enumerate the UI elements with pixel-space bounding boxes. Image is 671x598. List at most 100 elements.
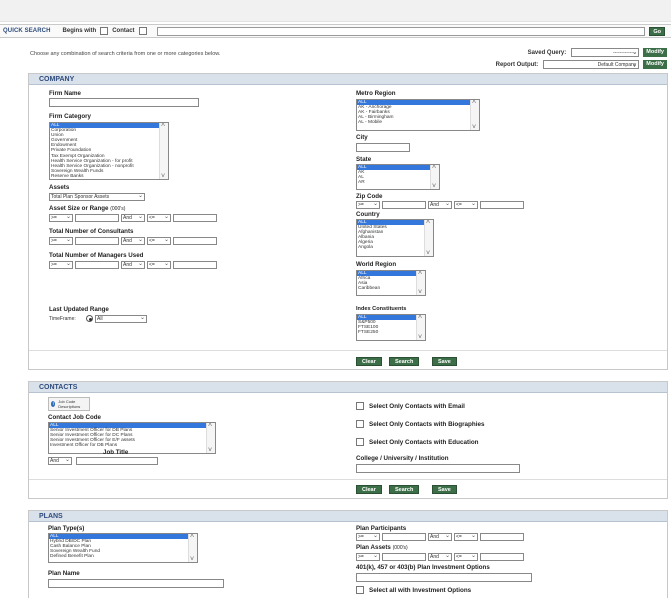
timeframe-select[interactable]: All ⌄ — [95, 315, 147, 323]
participants-max-op-select[interactable]: <= ⌄ — [454, 533, 478, 541]
scrollbar[interactable]: ˄ ˅ — [470, 100, 479, 130]
list-option[interactable]: Reserve Banks — [50, 174, 168, 179]
company-save-button[interactable]: Save — [432, 357, 457, 366]
scrollbar[interactable]: ˄ ˅ — [416, 315, 425, 340]
timeframe-radio[interactable] — [86, 315, 93, 322]
chevron-down-icon: ⌄ — [444, 201, 450, 207]
list-option[interactable]: Investment Officer for DB Plans — [49, 443, 215, 448]
college-input[interactable] — [356, 464, 520, 473]
asset-min-input[interactable] — [75, 214, 119, 222]
divider — [29, 479, 667, 480]
scrollbar[interactable]: ˄ ˅ — [159, 123, 168, 179]
plan-name-input[interactable] — [48, 579, 224, 588]
plan-assets-and-select[interactable]: And ⌄ — [428, 553, 452, 561]
report-output-modify-button[interactable]: Modify — [643, 60, 667, 69]
zip-max-input[interactable] — [480, 201, 524, 209]
country-list[interactable]: ALL United States Afghanistan Albania Algeri… — [356, 219, 434, 257]
managers-max-input[interactable] — [173, 261, 217, 269]
consultants-min-op-select[interactable]: >= ⌄ — [49, 237, 73, 245]
scrollbar[interactable]: ˄ ˅ — [416, 271, 425, 295]
city-input[interactable] — [356, 143, 410, 152]
index-constituents-list[interactable]: ALL S&P500 FTSE100 FTSE250 ˄ ˅ — [356, 314, 426, 341]
contacts-section: CONTACTS i Job Code Descriptions Contact … — [28, 381, 668, 499]
chevron-down-icon: ⌄ — [137, 193, 143, 199]
select-all-checkbox[interactable] — [356, 586, 364, 594]
contact-checkbox[interactable] — [138, 27, 147, 35]
list-option[interactable]: Angola — [357, 245, 433, 250]
zip-min-input[interactable] — [382, 201, 426, 209]
participants-max-input[interactable] — [480, 533, 524, 541]
saved-query-modify-button[interactable]: Modify — [643, 48, 667, 57]
participants-and-select[interactable]: And ⌄ — [428, 533, 452, 541]
quick-search-input[interactable] — [156, 26, 646, 36]
begins-with-checkbox[interactable] — [100, 27, 109, 35]
asset-max-input[interactable] — [173, 214, 217, 222]
plan-assets-min-input[interactable] — [382, 553, 426, 561]
managers-and-select[interactable]: And ⌄ — [121, 261, 145, 269]
plan-assets-max-input[interactable] — [480, 553, 524, 561]
plan-assets-max-op-select[interactable]: <= ⌄ — [454, 553, 478, 561]
participants-min-input[interactable] — [382, 533, 426, 541]
plan-assets-min-op-select[interactable]: >= ⌄ — [356, 553, 380, 561]
consultants-min-input[interactable] — [75, 237, 119, 245]
consultants-and-select[interactable]: And ⌄ — [121, 237, 145, 245]
zip-max-op-select[interactable]: <= ⌄ — [454, 201, 478, 209]
plans-section: PLANS Plan Type(s) ALL Hybrid DB/DC Plan C… — [28, 510, 668, 598]
scrollbar[interactable]: ˄ ˅ — [430, 165, 439, 189]
email-checkbox[interactable] — [356, 402, 364, 410]
asset-and-select[interactable]: And ⌄ — [121, 214, 145, 222]
participants-min-op-select[interactable]: >= ⌄ — [356, 533, 380, 541]
company-clear-button[interactable]: Clear — [356, 357, 382, 366]
select-all-option[interactable]: Select all with Investment Options — [356, 586, 471, 594]
job-title-and-select[interactable]: And ⌄ — [48, 457, 72, 465]
managers-max-op-select[interactable]: <= ⌄ — [147, 261, 171, 269]
asset-min-op-select[interactable]: >= ⌄ — [49, 214, 73, 222]
job-title-input[interactable] — [76, 457, 158, 465]
scrollbar[interactable]: ˄ ˅ — [206, 423, 215, 453]
asset-max-op-select[interactable]: <= ⌄ — [147, 214, 171, 222]
job-code-list[interactable]: ALL Senior Investment Officer for DB Plan… — [48, 422, 216, 454]
chevron-down-icon: ⌄ — [470, 553, 476, 559]
list-option[interactable]: AL - Mobile — [357, 120, 479, 125]
list-option[interactable]: Caribbean — [357, 286, 425, 291]
company-search-button[interactable]: Search — [389, 357, 420, 366]
report-output-label: Report Output: — [495, 61, 539, 68]
company-section-title: COMPANY — [29, 74, 667, 85]
consultants-max-input[interactable] — [173, 237, 217, 245]
managers-min-op-select[interactable]: >= ⌄ — [49, 261, 73, 269]
plan-types-list[interactable]: ALL Hybrid DB/DC Plan Cash Balance Plan Sov… — [48, 533, 198, 563]
firm-name-input[interactable] — [49, 98, 199, 107]
contacts-save-button[interactable]: Save — [432, 485, 457, 494]
managers-min-input[interactable] — [75, 261, 119, 269]
world-region-list[interactable]: ALL Africa Asia Caribbean ˄ ˅ — [356, 270, 426, 296]
list-option[interactable]: AR — [357, 180, 439, 185]
chevron-down-icon: ⌄ — [372, 201, 378, 207]
saved-query-select[interactable]: -------------- ⌄ — [571, 48, 640, 57]
investment-options-input[interactable] — [356, 573, 532, 582]
chevron-down-icon: ⌄ — [65, 214, 71, 220]
report-output-select[interactable]: Default Company ⌄ — [543, 60, 640, 69]
contacts-clear-button[interactable]: Clear — [356, 485, 382, 494]
state-list[interactable]: ALL AK AL AR ˄ ˅ — [356, 164, 440, 190]
contacts-search-button[interactable]: Search — [389, 485, 420, 494]
consultants-max-op-select[interactable]: <= ⌄ — [147, 237, 171, 245]
education-option[interactable]: Select Only Contacts with Education — [356, 438, 479, 446]
biographies-option[interactable]: Select Only Contacts with Biographies — [356, 420, 484, 428]
list-option[interactable]: Defined Benefit Plan — [49, 554, 197, 559]
go-button[interactable]: Go — [649, 26, 665, 36]
firm-category-list[interactable]: ALL Corporation Union Government Endowment Pr… — [49, 122, 169, 180]
email-option[interactable]: Select Only Contacts with Email — [356, 402, 465, 410]
assets-select[interactable]: Total Plan Sponsor Assets ⌄ — [49, 193, 145, 201]
consultants-label: Total Number of Consultants — [49, 228, 134, 235]
education-checkbox[interactable] — [356, 438, 364, 446]
scrollbar[interactable]: ˄ ˅ — [424, 220, 433, 256]
zip-min-op-select[interactable]: >= ⌄ — [356, 201, 380, 209]
list-option[interactable]: FTSE250 — [357, 330, 425, 335]
plans-section-title: PLANS — [29, 511, 667, 522]
biographies-checkbox[interactable] — [356, 420, 364, 428]
plan-assets-label: Plan Assets — [356, 544, 391, 551]
scrollbar[interactable]: ˄ ˅ — [188, 534, 197, 562]
metro-region-list[interactable]: ALL AK - Anchorage AK - Fairbanks AL - Birm… — [356, 99, 480, 131]
zip-and-select[interactable]: And ⌄ — [428, 201, 452, 209]
job-code-descriptions-link[interactable]: i Job Code Descriptions — [48, 397, 90, 411]
